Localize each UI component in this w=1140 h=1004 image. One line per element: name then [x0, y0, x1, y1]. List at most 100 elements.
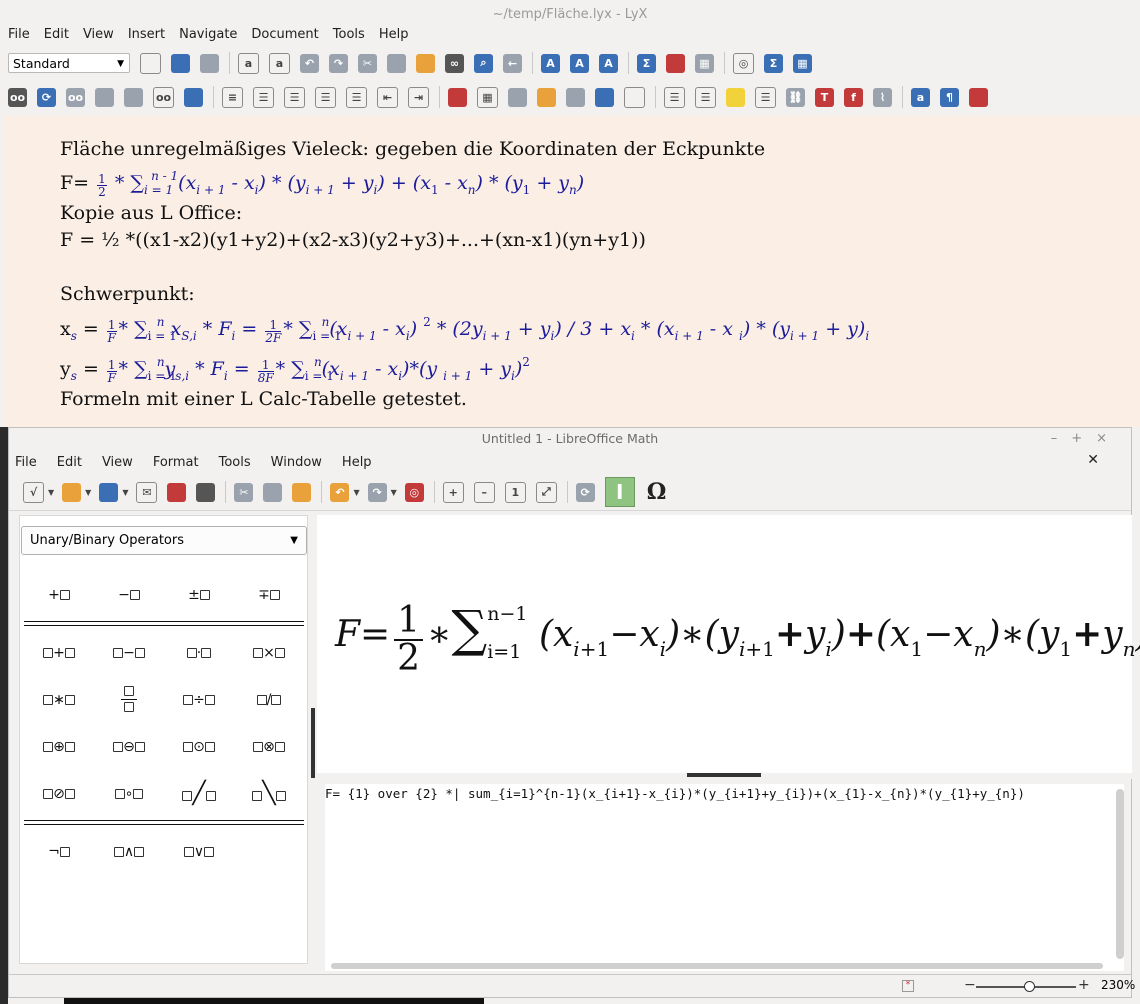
- paragraph-style-combo[interactable]: Standard ▼: [8, 53, 130, 73]
- math-matrix-icon[interactable]: ▦: [793, 53, 812, 73]
- menu-tools[interactable]: Tools: [333, 27, 365, 42]
- redo-icon[interactable]: ↷: [329, 53, 348, 73]
- math-panel-icon[interactable]: Σ: [764, 53, 783, 73]
- symbols-omega-icon[interactable]: Ω: [647, 479, 667, 505]
- menu-edit[interactable]: Edit: [44, 27, 69, 42]
- element-widebslash[interactable]: ╲: [234, 781, 304, 806]
- help-lifebuoy-icon[interactable]: ◎: [404, 482, 424, 502]
- element-a-times-b[interactable]: ×: [234, 645, 304, 661]
- update-master-icon[interactable]: [95, 87, 114, 107]
- footnote-icon[interactable]: ☰: [664, 86, 685, 108]
- menu-view[interactable]: View: [83, 27, 114, 42]
- math-menu-edit[interactable]: Edit: [57, 455, 82, 470]
- window-controls[interactable]: –+×: [1051, 428, 1121, 450]
- math-menu-file[interactable]: File: [15, 455, 37, 470]
- element-a-div-b[interactable]: ÷: [164, 692, 234, 708]
- formula-source-text[interactable]: F= {1} over {2} *| sum_{i=1}^{n-1}(x_{i+…: [325, 786, 1085, 802]
- paste-icon[interactable]: [292, 482, 312, 502]
- zoom-100-icon[interactable]: 1: [504, 481, 526, 503]
- export-pdf-icon[interactable]: [167, 482, 187, 502]
- math-menu-format[interactable]: Format: [153, 455, 199, 470]
- note-icon[interactable]: [726, 87, 745, 107]
- element-a-star-b[interactable]: ∗: [24, 692, 94, 708]
- insert-figure-icon[interactable]: [448, 87, 467, 107]
- marginal-note-icon[interactable]: ☰: [695, 86, 716, 108]
- zoom-in-icon[interactable]: +: [442, 481, 464, 503]
- indent-decrease-icon[interactable]: ⇤: [377, 86, 398, 108]
- foo-inset-icon[interactable]: f: [844, 87, 863, 107]
- new-formula-icon[interactable]: √: [23, 481, 44, 503]
- update-other-icon[interactable]: [184, 87, 203, 107]
- noun-icon[interactable]: A: [570, 53, 589, 73]
- menu-insert[interactable]: Insert: [128, 27, 165, 42]
- description-list-icon[interactable]: ☰: [315, 86, 336, 108]
- show-all-icon[interactable]: ⤢: [535, 481, 557, 503]
- element-a-plus-b[interactable]: +: [24, 645, 94, 661]
- editor-splitter[interactable]: [317, 773, 1132, 779]
- attachment-icon[interactable]: ⌇: [873, 87, 892, 107]
- view-other-icon[interactable]: oo: [153, 86, 174, 108]
- document-area[interactable]: Fläche unregelmäßiges Vieleck: gegeben d…: [4, 116, 1140, 427]
- math-menu-help[interactable]: Help: [342, 455, 372, 470]
- element-minus-a[interactable]: −: [94, 587, 164, 603]
- text-style-icon[interactable]: A: [599, 53, 618, 73]
- tex-code-icon[interactable]: T: [815, 87, 834, 107]
- print-icon[interactable]: [196, 482, 216, 502]
- element-a-minus-b[interactable]: −: [94, 645, 164, 661]
- email-icon[interactable]: ✉: [136, 481, 158, 503]
- math-menu-window[interactable]: Window: [271, 455, 322, 470]
- editor-horizontal-scrollbar[interactable]: [331, 963, 1103, 969]
- toc-icon[interactable]: [969, 87, 988, 107]
- back-arrow-icon[interactable]: ←: [503, 53, 522, 73]
- element-a-slash-b[interactable]: /: [234, 692, 304, 708]
- element-a-cdot-b[interactable]: ·: [164, 645, 234, 661]
- doc-line-xs-formula[interactable]: xs = 1 F * ∑i = 1n xS,i * Fi = 1 2F * ∑i = 1…: [60, 315, 869, 344]
- nomenclature-icon[interactable]: [624, 86, 645, 108]
- indent-increase-icon[interactable]: ⇥: [408, 86, 429, 108]
- element-a-circletimes-b[interactable]: ⊗: [234, 739, 304, 755]
- menu-file[interactable]: File: [8, 27, 30, 42]
- index-entry-icon[interactable]: [595, 87, 614, 107]
- open-folder-icon[interactable]: [171, 53, 190, 73]
- hyperlink-icon[interactable]: ⛓: [786, 87, 805, 107]
- math-menu-tools[interactable]: Tools: [219, 455, 251, 470]
- formula-cursor-icon[interactable]: I: [604, 477, 635, 507]
- view-icon[interactable]: oo: [8, 87, 27, 107]
- formula-command-editor[interactable]: F= {1} over {2} *| sum_{i=1}^{n-1}(x_{i+…: [325, 784, 1124, 971]
- save-icon[interactable]: [200, 53, 219, 73]
- zoom-out-icon[interactable]: –: [473, 481, 495, 503]
- find-replace-icon[interactable]: ∞: [445, 53, 464, 73]
- math-menu-view[interactable]: View: [102, 455, 133, 470]
- element-plus-a[interactable]: +: [24, 587, 94, 603]
- redo-icon[interactable]: ↷: [367, 482, 387, 502]
- chevron-down-icon[interactable]: ▼: [353, 488, 359, 497]
- chevron-down-icon[interactable]: ▼: [122, 488, 128, 497]
- spellcheck-continuous-icon[interactable]: a: [269, 52, 290, 74]
- paste-icon[interactable]: [416, 53, 435, 73]
- cut-icon[interactable]: ✂: [234, 482, 254, 502]
- new-document-icon[interactable]: [140, 52, 161, 74]
- menu-navigate[interactable]: Navigate: [179, 27, 237, 42]
- save-icon[interactable]: [99, 482, 119, 502]
- element-neg-a[interactable]: ¬: [24, 844, 94, 860]
- undo-icon[interactable]: ↶: [330, 482, 350, 502]
- compass-icon[interactable]: ◎: [733, 52, 754, 74]
- zoom-level[interactable]: 230%: [1101, 978, 1135, 992]
- box-icon[interactable]: ☰: [755, 86, 776, 108]
- view-master-icon[interactable]: oo: [66, 87, 85, 107]
- search-icon[interactable]: ⌕: [474, 53, 493, 73]
- enumerate-icon[interactable]: ☰: [346, 86, 367, 108]
- menu-help[interactable]: Help: [379, 27, 409, 42]
- doc-line-area-formula[interactable]: F= 12 * ∑i = 1n - 1(xi + 1 - xi) * (yi +…: [60, 169, 584, 198]
- reload-icon[interactable]: [124, 87, 143, 107]
- zoom-slider[interactable]: − +: [964, 978, 1090, 993]
- bulleted-list-icon[interactable]: ☰: [284, 86, 305, 108]
- label-icon[interactable]: [508, 87, 527, 107]
- copy-icon[interactable]: [387, 53, 406, 73]
- copy-icon[interactable]: [263, 482, 283, 502]
- chevron-down-icon[interactable]: ▼: [391, 488, 397, 497]
- element-plusminus-a[interactable]: ±: [164, 587, 234, 603]
- math-sigma-icon[interactable]: Σ: [637, 53, 656, 73]
- update-icon[interactable]: ⟳: [575, 482, 595, 502]
- editor-vertical-scrollbar[interactable]: [1116, 789, 1124, 959]
